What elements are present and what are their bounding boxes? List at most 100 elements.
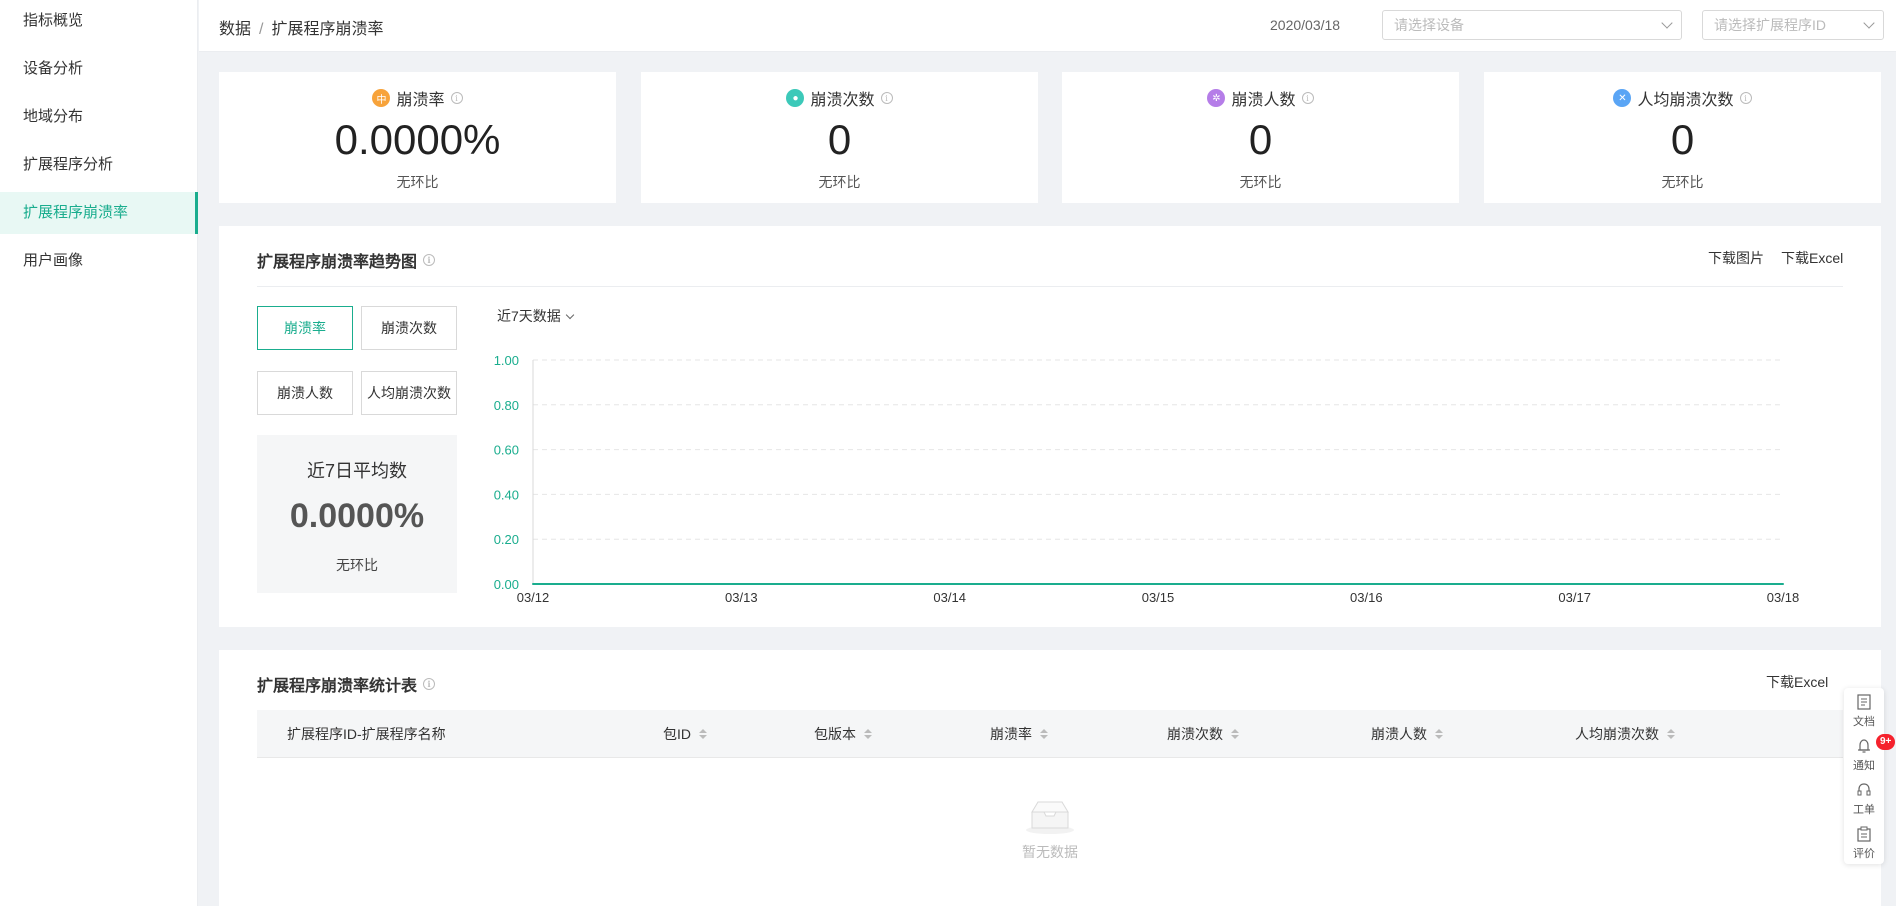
stat-card-crash-count: ● 崩溃次数 i 0 无环比 — [641, 72, 1038, 203]
info-icon[interactable]: i — [1739, 92, 1752, 104]
sidebar-item-extension-analysis[interactable]: 扩展程序分析 — [0, 144, 198, 186]
bell-icon — [1858, 739, 1870, 753]
table-panel: 扩展程序崩溃率统计表 i 下载Excel 扩展程序ID-扩展程序名称 包ID 包… — [219, 650, 1881, 906]
metric-crash-count-button[interactable]: 崩溃次数 — [361, 306, 457, 350]
sort-icon[interactable] — [1040, 729, 1048, 739]
column-crash-count[interactable]: 崩溃次数 — [1167, 710, 1239, 758]
x-tick-label: 03/17 — [1558, 590, 1591, 605]
date-display[interactable]: 2020/03/18 — [1270, 17, 1340, 33]
stat-card-title: 人均崩溃次数 — [1637, 92, 1734, 109]
sort-icon[interactable] — [864, 729, 872, 739]
date-range-dropdown[interactable]: 近7天数据 — [497, 306, 575, 326]
data-point — [948, 583, 951, 585]
per-user-icon: ✕ — [1613, 89, 1632, 107]
info-icon[interactable]: i — [423, 254, 436, 266]
headset-icon — [1857, 783, 1871, 796]
feedback-label: 评价 — [1853, 848, 1875, 860]
metric-crash-users-button[interactable]: 崩溃人数 — [257, 371, 353, 415]
chevron-down-icon — [565, 310, 575, 319]
column-crash-users[interactable]: 崩溃人数 — [1371, 710, 1443, 758]
stat-card-value: 0 — [1248, 116, 1273, 163]
breadcrumb-root[interactable]: 数据 — [219, 21, 251, 38]
document-icon — [1857, 694, 1871, 710]
info-icon[interactable]: i — [450, 92, 463, 104]
floating-toolbar: 文档 通知 9+ 工单 评价 — [1844, 688, 1896, 864]
info-icon[interactable]: i — [880, 92, 893, 104]
trend-panel-title: 扩展程序崩溃率趋势图 i — [257, 248, 436, 272]
stat-card-comparison: 无环比 — [1239, 174, 1282, 190]
column-crash-rate[interactable]: 崩溃率 — [990, 710, 1048, 758]
table-panel-title: 扩展程序崩溃率统计表 i — [257, 672, 436, 696]
ticket-button[interactable]: 工单 — [1844, 776, 1884, 820]
y-tick-label: 0.20 — [494, 532, 519, 547]
stat-card-crashes-per-user: ✕ 人均崩溃次数 i 0 无环比 — [1484, 72, 1881, 203]
sort-icon[interactable] — [1667, 729, 1675, 739]
x-tick-label: 03/18 — [1767, 590, 1800, 605]
y-tick-label: 0.00 — [494, 577, 519, 592]
table-download-excel-link[interactable]: 下载Excel — [1766, 672, 1828, 692]
docs-label: 文档 — [1853, 716, 1875, 728]
sidebar-item-extension-crash-rate[interactable]: 扩展程序崩溃率 — [0, 192, 198, 234]
download-excel-link[interactable]: 下载Excel — [1781, 248, 1843, 268]
column-crashes-per-user[interactable]: 人均崩溃次数 — [1575, 710, 1675, 758]
column-package-id[interactable]: 包ID — [663, 710, 707, 758]
stat-card-title: 崩溃率 — [396, 92, 445, 109]
stat-card-title: 崩溃次数 — [810, 92, 875, 109]
stat-card-value: 0 — [1670, 116, 1695, 163]
empty-inbox-icon — [1024, 800, 1076, 834]
average-title: 近7日平均数 — [306, 461, 407, 481]
table-title-text: 扩展程序崩溃率统计表 — [257, 678, 418, 695]
sidebar-item-region[interactable]: 地域分布 — [0, 96, 198, 138]
ticket-label: 工单 — [1853, 804, 1875, 816]
breadcrumb-separator: / — [259, 21, 264, 38]
stat-card-comparison: 无环比 — [1661, 174, 1704, 190]
column-extension-id-name: 扩展程序ID-扩展程序名称 — [287, 726, 446, 742]
trend-panel: 扩展程序崩溃率趋势图 i 下载图片 下载Excel 崩溃率 崩溃次数 崩溃人数 … — [219, 226, 1881, 627]
feedback-button[interactable]: 评价 — [1844, 820, 1884, 864]
divider — [257, 286, 1843, 287]
info-icon[interactable]: i — [423, 678, 436, 690]
sidebar-item-device-analysis[interactable]: 设备分析 — [0, 48, 198, 90]
stat-card-value: 0 — [827, 116, 852, 163]
metric-crashes-per-user-button[interactable]: 人均崩溃次数 — [361, 371, 457, 415]
extension-id-select[interactable]: 请选择扩展程序ID — [1702, 10, 1884, 40]
device-select[interactable]: 请选择设备 — [1382, 10, 1682, 40]
docs-button[interactable]: 文档 — [1844, 688, 1884, 732]
seven-day-average-box: 近7日平均数 0.0000% 无环比 — [257, 435, 457, 593]
count-icon: ● — [786, 89, 805, 107]
sidebar-item-user-profile[interactable]: 用户画像 — [0, 240, 198, 282]
stat-card-value: 0.0000% — [334, 116, 501, 163]
stat-card-comparison: 无环比 — [818, 174, 861, 190]
average-comparison: 无环比 — [336, 557, 378, 573]
trend-line-chart: 0.00 0.20 0.40 0.60 0.80 1.00 03/12 03/13 03/14 0… — [494, 353, 1800, 605]
y-tick-label: 0.60 — [494, 443, 519, 458]
users-icon: ✲ — [1207, 89, 1226, 107]
stat-card-comparison: 无环比 — [396, 174, 439, 190]
device-select-placeholder: 请选择设备 — [1394, 17, 1464, 33]
data-point — [1365, 583, 1368, 585]
sidebar-item-overview[interactable]: 指标概览 — [0, 0, 198, 42]
table-header: 扩展程序ID-扩展程序名称 包ID 包版本 崩溃率 崩溃次数 崩溃人数 人均崩溃… — [257, 710, 1843, 758]
chevron-down-icon — [1863, 17, 1875, 29]
empty-text: 暂无数据 — [1022, 844, 1078, 860]
sort-icon[interactable] — [1231, 729, 1239, 739]
x-tick-label: 03/13 — [725, 590, 758, 605]
trend-title-text: 扩展程序崩溃率趋势图 — [257, 254, 418, 271]
extension-id-select-placeholder: 请选择扩展程序ID — [1714, 17, 1826, 33]
average-value: 0.0000% — [289, 497, 425, 535]
y-tick-label: 0.40 — [494, 487, 519, 502]
data-point — [1157, 583, 1159, 585]
download-image-link[interactable]: 下载图片 — [1708, 248, 1764, 268]
info-icon[interactable]: i — [1301, 92, 1314, 104]
metric-crash-rate-button[interactable]: 崩溃率 — [257, 306, 353, 350]
x-tick-label: 03/15 — [1142, 590, 1175, 605]
column-package-version[interactable]: 包版本 — [814, 710, 872, 758]
data-point — [532, 583, 534, 585]
chevron-down-icon — [1661, 17, 1673, 29]
header: 数据 / 扩展程序崩溃率 2020/03/18 请选择设备 请选择扩展程序ID — [199, 0, 1896, 52]
stat-card-crash-users: ✲ 崩溃人数 i 0 无环比 — [1062, 72, 1459, 203]
x-tick-label: 03/16 — [1350, 590, 1383, 605]
notification-badge: 9+ — [1876, 734, 1896, 750]
sort-icon[interactable] — [1435, 729, 1443, 739]
sort-icon[interactable] — [699, 729, 707, 739]
